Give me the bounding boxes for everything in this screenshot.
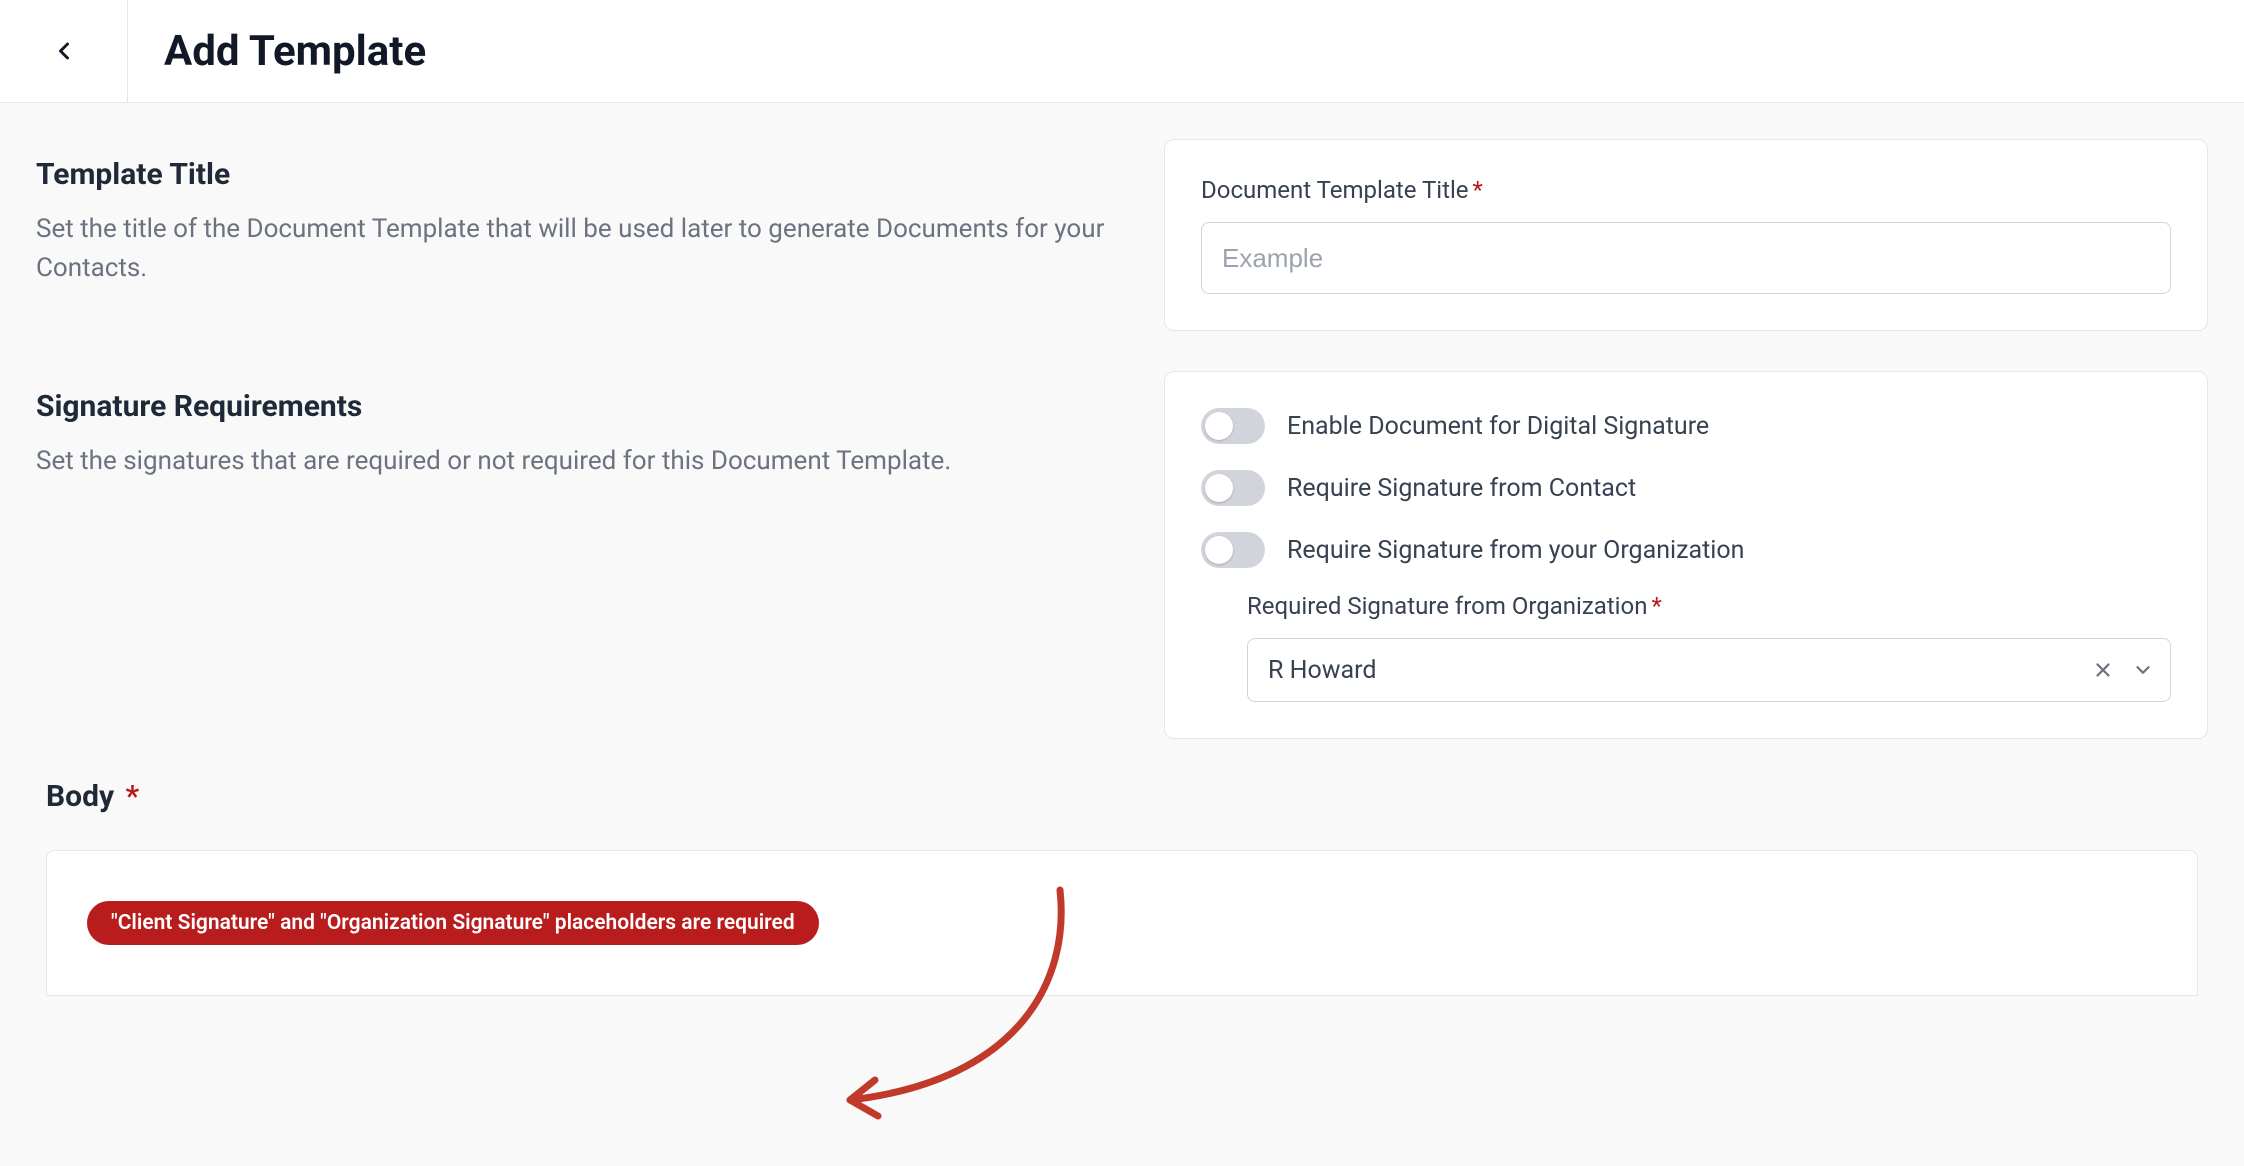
section-body: Body * "Client Signature" and "Organizat… — [36, 779, 2208, 996]
body-editor[interactable]: "Client Signature" and "Organization Sig… — [46, 850, 2198, 996]
toggle-row-org-signature: Require Signature from your Organization — [1201, 532, 2171, 568]
clear-icon[interactable] — [2089, 656, 2117, 684]
toggle-label-digital-signature: Enable Document for Digital Signature — [1287, 412, 1709, 441]
toggle-require-org-signature[interactable] — [1201, 532, 1265, 568]
body-label-text: Body — [46, 779, 114, 814]
section-signature-requirements: Signature Requirements Set the signature… — [36, 371, 2208, 739]
chevron-down-icon[interactable] — [2129, 656, 2157, 684]
org-signature-select[interactable]: R Howard — [1247, 638, 2171, 702]
document-template-title-label: Document Template Title* — [1201, 176, 2171, 204]
toggle-label-org-signature: Require Signature from your Organization — [1287, 536, 1744, 565]
template-title-card: Document Template Title* — [1164, 139, 2208, 331]
org-signature-field: Required Signature from Organization* R … — [1201, 592, 2171, 702]
document-template-title-label-text: Document Template Title — [1201, 176, 1469, 204]
toggle-require-contact-signature[interactable] — [1201, 470, 1265, 506]
toggle-row-digital-signature: Enable Document for Digital Signature — [1201, 408, 2171, 444]
page-title: Add Template — [128, 27, 426, 76]
toggle-enable-digital-signature[interactable] — [1201, 408, 1265, 444]
section-template-title: Template Title Set the title of the Docu… — [36, 139, 2208, 331]
org-signature-select-wrap: R Howard — [1247, 638, 2171, 702]
chevron-left-icon — [50, 37, 78, 65]
org-signature-label: Required Signature from Organization* — [1247, 592, 2171, 620]
required-star-icon: * — [1473, 176, 1483, 204]
org-signature-label-text: Required Signature from Organization — [1247, 592, 1647, 620]
back-button[interactable] — [0, 0, 128, 102]
error-message-pill: "Client Signature" and "Organization Sig… — [87, 901, 819, 945]
signature-card: Enable Document for Digital Signature Re… — [1164, 371, 2208, 739]
signature-description: Set the signatures that are required or … — [36, 442, 1116, 481]
template-title-description: Set the title of the Document Template t… — [36, 210, 1116, 288]
required-star-icon: * — [126, 779, 140, 814]
template-title-heading: Template Title — [36, 157, 1116, 192]
toggle-row-contact-signature: Require Signature from Contact — [1201, 470, 2171, 506]
signature-heading: Signature Requirements — [36, 389, 1116, 424]
document-template-title-input[interactable] — [1201, 222, 2171, 294]
main-content: Template Title Set the title of the Docu… — [0, 103, 2244, 996]
required-star-icon: * — [1651, 592, 1661, 620]
body-label: Body * — [46, 779, 2198, 814]
org-signature-value: R Howard — [1268, 656, 1376, 685]
section-template-title-info: Template Title Set the title of the Docu… — [36, 139, 1116, 331]
toggle-label-contact-signature: Require Signature from Contact — [1287, 474, 1636, 503]
section-signature-info: Signature Requirements Set the signature… — [36, 371, 1116, 739]
page-header: Add Template — [0, 0, 2244, 103]
